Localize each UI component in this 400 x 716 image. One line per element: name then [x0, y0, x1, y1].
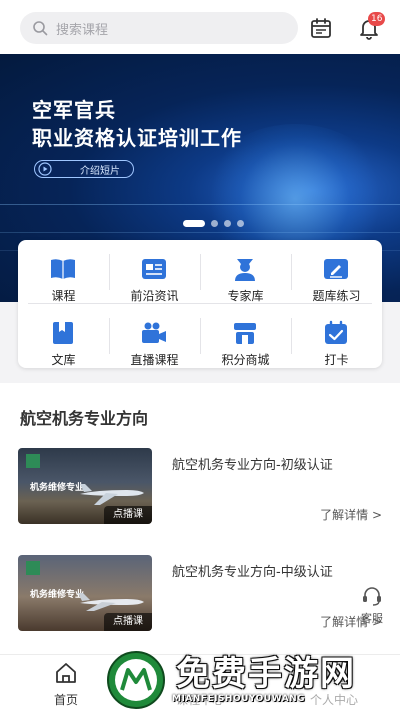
course-thumbnail[interactable]: 机务维修专业 点播课 — [18, 555, 152, 631]
intro-video-label: 介绍短片 — [80, 165, 120, 177]
carousel-dot-active[interactable] — [183, 220, 205, 227]
headset-icon — [363, 587, 381, 606]
menu-item-course[interactable]: 课程 — [18, 244, 109, 303]
intro-video-button[interactable]: 介绍短片 — [34, 160, 134, 178]
news-icon — [142, 259, 166, 279]
feature-menu: 课程 前沿资讯 专家库 题库练习 文库 直播课程 积分商城 打卡 — [18, 240, 382, 368]
shop-icon — [234, 323, 256, 344]
edit-icon — [324, 259, 348, 279]
notification-badge: 16 — [368, 12, 386, 26]
carousel-dot[interactable] — [237, 220, 244, 227]
search-placeholder: 搜索课程 — [56, 22, 109, 38]
menu-label: 专家库 — [227, 289, 264, 303]
customer-service-label: 客服 — [361, 612, 383, 625]
menu-label: 课程 — [51, 289, 76, 303]
nav-item-home[interactable]: 首页 — [26, 661, 106, 708]
airplane-icon — [78, 593, 144, 611]
banner-title-line2: 职业资格认证培训工作 — [32, 126, 242, 150]
banner-light-line — [0, 232, 400, 233]
menu-divider — [291, 254, 292, 290]
course-card[interactable]: 机务维修专业 点播课 航空机务专业方向-初级认证 了解详情 > — [18, 448, 382, 524]
menu-item-points-shop[interactable]: 积分商城 — [200, 308, 291, 367]
watermark-title: 免费手游网 — [176, 654, 356, 694]
menu-item-news[interactable]: 前沿资讯 — [109, 244, 200, 303]
section-title: 航空机务专业方向 — [20, 409, 149, 428]
site-watermark: 免费手游网 MIANFEISHOUYOUWANG — [106, 644, 396, 716]
menu-label: 打卡 — [324, 353, 349, 367]
course-details-link[interactable]: 了解详情 > — [320, 506, 382, 523]
watermark-subtitle: MIANFEISHOUYOUWANG — [172, 694, 305, 704]
banner-title-line1: 空军官兵 — [32, 98, 116, 122]
banner-light-line — [0, 204, 400, 205]
vod-tag: 点播课 — [104, 506, 152, 524]
vod-tag: 点播课 — [104, 613, 152, 631]
menu-item-library[interactable]: 文库 — [18, 308, 109, 367]
menu-divider — [200, 254, 201, 290]
home-icon — [56, 663, 76, 683]
menu-item-experts[interactable]: 专家库 — [200, 244, 291, 303]
watermark-logo-icon — [107, 651, 165, 709]
course-thumbnail[interactable]: 机务维修专业 点播课 — [18, 448, 152, 524]
thumbnail-logo — [26, 454, 40, 468]
airplane-icon — [80, 484, 144, 505]
thumbnail-logo — [26, 561, 40, 575]
menu-divider — [28, 303, 372, 304]
carousel-dot[interactable] — [211, 220, 218, 227]
nav-label: 首页 — [53, 693, 78, 707]
course-section: 航空机务专业方向 机务维修专业 点播课 航空机务专业方向-初级认证 了解详情 >… — [0, 383, 400, 665]
library-icon — [53, 322, 73, 344]
course-title[interactable]: 航空机务专业方向-中级认证 — [172, 561, 333, 580]
menu-label: 文库 — [51, 353, 76, 367]
menu-label: 直播课程 — [130, 353, 179, 367]
search-input[interactable]: 搜索课程 — [20, 12, 298, 44]
book-icon — [51, 259, 75, 279]
search-icon — [33, 21, 48, 36]
checkin-icon — [325, 320, 347, 344]
menu-item-question-bank[interactable]: 题库练习 — [291, 244, 382, 303]
carousel-dot[interactable] — [224, 220, 231, 227]
menu-item-live[interactable]: 直播课程 — [109, 308, 200, 367]
play-icon — [38, 162, 52, 176]
course-card[interactable]: 机务维修专业 点播课 航空机务专业方向-中级认证 了解详情 > — [18, 555, 382, 631]
course-title[interactable]: 航空机务专业方向-初级认证 — [172, 454, 333, 473]
menu-divider — [109, 254, 110, 290]
top-bar: 搜索课程 16 — [0, 0, 400, 54]
menu-label: 前沿资讯 — [130, 289, 179, 303]
menu-item-checkin[interactable]: 打卡 — [291, 308, 382, 367]
app-screen: 搜索课程 16 空军官兵 职业资格认证培训工作 介绍短片 课程 前沿资讯 专家库… — [0, 0, 400, 716]
expert-icon — [235, 259, 255, 281]
carousel-indicator — [0, 218, 400, 228]
calendar-icon[interactable] — [309, 16, 333, 40]
menu-label: 积分商城 — [221, 353, 270, 367]
customer-service-button[interactable]: 客服 — [354, 586, 390, 625]
menu-label: 题库练习 — [312, 289, 361, 303]
camera-icon — [142, 322, 166, 343]
